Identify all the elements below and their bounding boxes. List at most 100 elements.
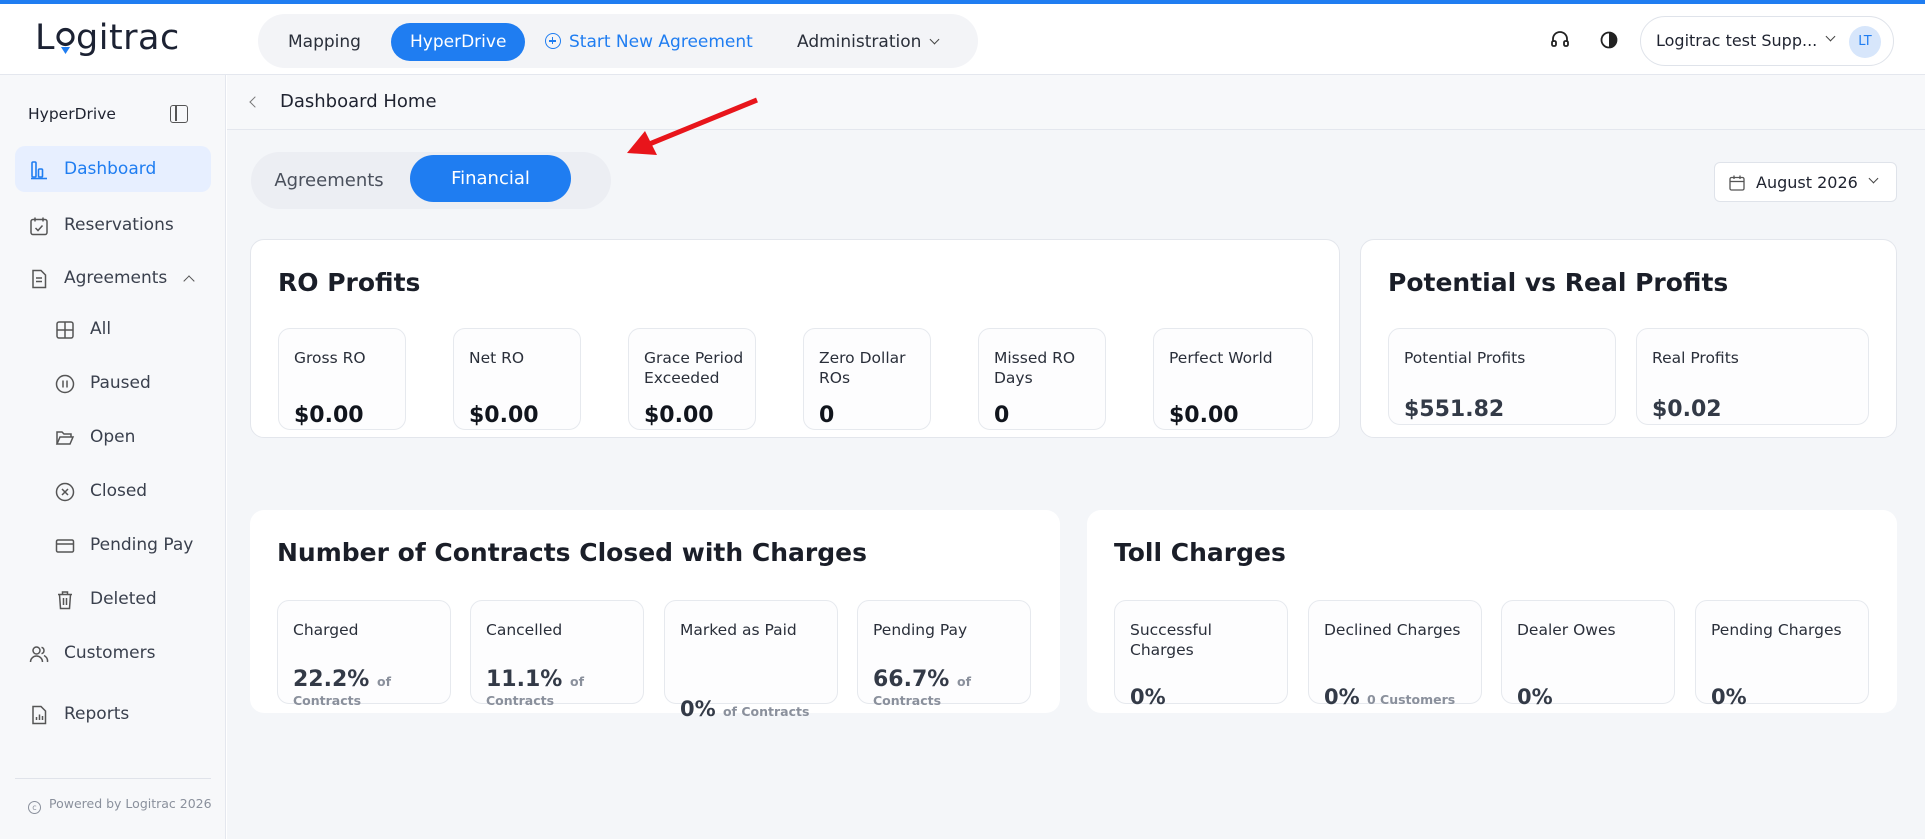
tile-suffix: of Contracts (722, 704, 810, 719)
sidebar-item-label: Pending Pay (90, 535, 194, 555)
tile-value: $0.02 (1652, 397, 1722, 422)
calendar-check-icon (30, 217, 48, 236)
main-content: Dashboard Home Agreements Financial Augu… (227, 75, 1925, 839)
administration-label: Administration (797, 32, 922, 52)
tile-label: Missed RO Days (994, 349, 1076, 387)
chevron-down-icon (1868, 173, 1879, 184)
top-header: Lgitrac Mapping HyperDrive Start New Agr… (0, 4, 1925, 75)
tile-label: Gross RO (294, 349, 366, 367)
sidebar-item-customers[interactable]: Customers (15, 630, 211, 676)
sidebar-item-all[interactable]: All (15, 306, 211, 352)
sidebar-divider (15, 778, 211, 779)
account-menu[interactable]: Logitrac test Supp... LT (1640, 16, 1894, 66)
tile-pending-pay: Pending Pay 66.7% of Contracts (857, 600, 1031, 708)
sidebar-item-label: Open (90, 427, 136, 447)
tile-value: $0.00 (644, 403, 714, 428)
month-value: August 2026 (1756, 173, 1858, 192)
chart-icon (31, 161, 47, 180)
chevron-down-icon (1825, 31, 1836, 42)
nav-administration[interactable]: Administration (778, 23, 957, 61)
tile-value: 0% (1711, 685, 1747, 709)
tile-real-profits: Real Profits $0.02 (1636, 328, 1869, 425)
tile-label: Net RO (469, 349, 525, 367)
tile-label: Potential Profits (1404, 349, 1526, 367)
tile-suffix: Contracts (293, 693, 362, 708)
tile-successful-charges: Successful Charges 0% (1114, 600, 1288, 709)
tile-value: 66.7% (873, 667, 950, 692)
tile-dealer-owes: Dealer Owes 0% (1501, 600, 1675, 709)
tile-suffix: 0 Customers (1366, 692, 1456, 707)
tile-label: Pending Charges (1711, 621, 1842, 639)
sidebar-item-closed[interactable]: Closed (15, 468, 211, 514)
tile-value: 0% (680, 697, 716, 721)
tile-label: Perfect World (1169, 349, 1273, 367)
trash-icon (58, 591, 72, 610)
users-icon (29, 646, 49, 663)
tile-label: Dealer Owes (1517, 621, 1616, 639)
annotation-arrow-icon (627, 97, 758, 155)
chevron-down-icon (929, 34, 940, 45)
sidebar-item-label: Reports (64, 704, 130, 724)
tile-value: 0 (994, 403, 1010, 428)
tile-label: Cancelled (486, 621, 563, 639)
account-name: Logitrac test Supp... (1656, 31, 1818, 50)
start-new-agreement-button[interactable]: Start New Agreement (526, 23, 772, 61)
tile-value: 0% (1517, 685, 1553, 709)
chevron-up-icon (183, 275, 195, 287)
tile-suffix: of (570, 674, 585, 689)
card-title: Potential vs Real Profits (1388, 268, 1729, 297)
headset-support-icon[interactable] (1548, 28, 1572, 52)
tile-label: Grace Period Exceeded (644, 349, 744, 387)
back-chevron-icon[interactable] (249, 96, 261, 108)
tile-net-ro: Net RO $0.00 (453, 328, 581, 430)
sidebar-collapse-icon[interactable] (170, 105, 188, 123)
card-title: Toll Charges (1114, 538, 1286, 567)
nav-mapping[interactable]: Mapping (269, 23, 380, 61)
report-icon (32, 705, 47, 725)
start-new-agreement-label: Start New Agreement (569, 32, 753, 52)
tile-suffix: Contracts (873, 693, 942, 708)
potential-vs-real-card: Potential vs Real Profits Potential Prof… (1360, 239, 1897, 438)
tile-zero-dollar-ros: Zero Dollar ROs 0 (803, 328, 931, 430)
sidebar-footer: c Powered by Logitrac 2026 (28, 796, 212, 814)
folder-open-icon (55, 431, 75, 445)
sidebar-item-reports[interactable]: Reports (15, 691, 211, 737)
footer-text: Powered by Logitrac 2026 (49, 796, 212, 811)
sidebar-item-dashboard[interactable]: Dashboard (15, 146, 211, 192)
tile-grace-period-exceeded: Grace Period Exceeded $0.00 (628, 328, 756, 430)
tab-agreements[interactable]: Agreements (251, 152, 407, 209)
tile-value: 0% (1130, 685, 1166, 709)
contrast-theme-icon[interactable] (1597, 28, 1621, 52)
month-picker[interactable]: August 2026 (1714, 162, 1897, 202)
sidebar-item-deleted[interactable]: Deleted (15, 576, 211, 622)
nav-hyperdrive[interactable]: HyperDrive (391, 23, 526, 61)
tile-pending-charges: Pending Charges 0% (1695, 600, 1869, 709)
sidebar-item-open[interactable]: Open (15, 414, 211, 460)
plus-circle-icon (545, 33, 561, 49)
copyright-icon: c (28, 801, 41, 814)
tile-value: 0 (819, 403, 835, 428)
card-title: RO Profits (278, 268, 421, 297)
tile-label: Charged (293, 621, 359, 639)
sidebar-title: HyperDrive (28, 105, 116, 123)
sidebar-item-label: Dashboard (64, 159, 157, 179)
sidebar-item-label: Customers (64, 643, 156, 663)
sidebar-item-paused[interactable]: Paused (15, 360, 211, 406)
top-nav: Mapping HyperDrive Start New Agreement A… (258, 14, 978, 68)
document-icon (32, 269, 47, 289)
tile-label: Declined Charges (1324, 621, 1461, 639)
sidebar-item-agreements[interactable]: Agreements (15, 255, 211, 301)
sidebar-item-label: Deleted (90, 589, 157, 609)
sidebar-item-reservations[interactable]: Reservations (15, 202, 211, 248)
ro-profits-card: RO Profits Gross RO $0.00 Net RO $0.00 G… (250, 239, 1340, 438)
tile-label: Zero Dollar ROs (819, 349, 906, 387)
tile-value: $0.00 (1169, 403, 1239, 428)
tile-perfect-world: Perfect World $0.00 (1153, 328, 1313, 430)
tile-value: $551.82 (1404, 397, 1505, 422)
tile-declined-charges: Declined Charges 0% 0 Customers (1308, 600, 1482, 709)
sidebar-item-label: Reservations (64, 215, 174, 235)
logitrac-logo[interactable]: Lgitrac (35, 18, 180, 58)
tab-financial[interactable]: Financial (410, 155, 571, 202)
tile-value: 22.2% (293, 667, 370, 692)
sidebar-item-pending-pay[interactable]: Pending Pay (15, 522, 211, 568)
